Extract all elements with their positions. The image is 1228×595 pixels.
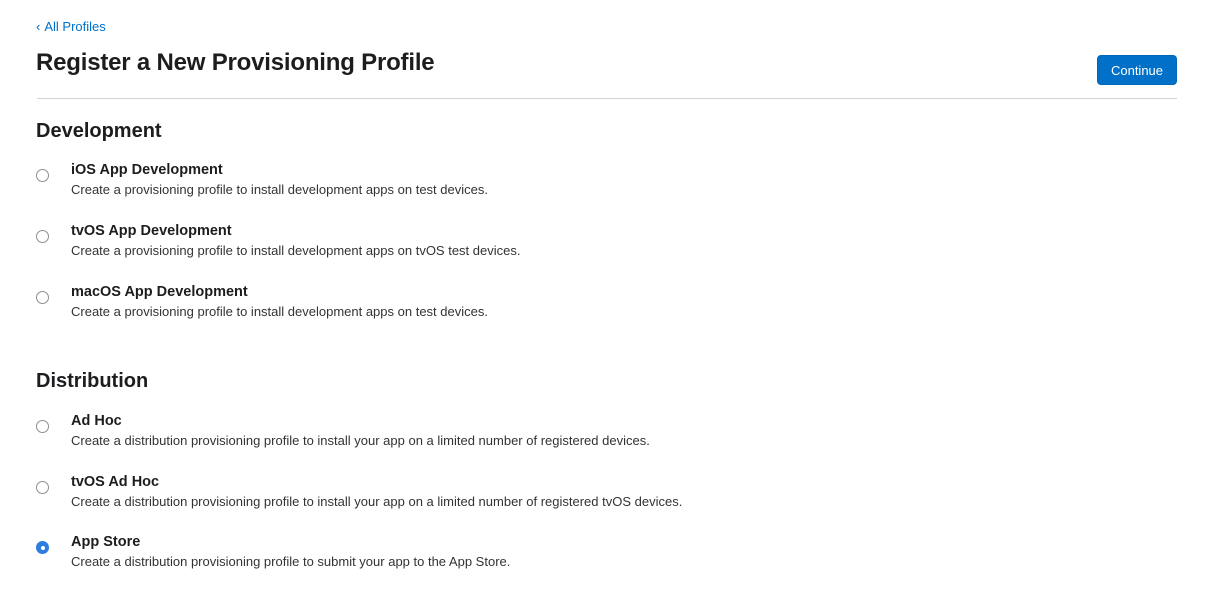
section-heading-distribution: Distribution — [36, 370, 149, 392]
option-description: Create a distribution provisioning profi… — [71, 433, 650, 448]
section-heading-development: Development — [36, 120, 162, 142]
option-description: Create a provisioning profile to install… — [71, 243, 521, 258]
continue-button[interactable]: Continue — [1097, 55, 1177, 85]
header-divider — [37, 98, 1177, 99]
option-title: Ad Hoc — [71, 413, 122, 429]
option-tvos-ad-hoc[interactable]: tvOS Ad Hoc Create a distribution provis… — [36, 474, 936, 525]
option-ad-hoc[interactable]: Ad Hoc Create a distribution provisionin… — [36, 413, 936, 464]
radio-ios-app-development[interactable] — [36, 169, 49, 182]
option-title: macOS App Development — [71, 284, 248, 300]
back-link-label: All Profiles — [44, 19, 106, 34]
radio-tvos-ad-hoc[interactable] — [36, 481, 49, 494]
option-title: iOS App Development — [71, 162, 223, 178]
option-title: tvOS Ad Hoc — [71, 474, 160, 490]
back-link-all-profiles[interactable]: ‹ All Profiles — [36, 19, 106, 34]
chevron-left-icon: ‹ — [36, 19, 41, 34]
option-macos-app-development[interactable]: macOS App Development Create a provision… — [36, 284, 936, 335]
option-tvos-app-development[interactable]: tvOS App Development Create a provisioni… — [36, 223, 936, 274]
radio-ad-hoc[interactable] — [36, 420, 49, 433]
option-title: tvOS App Development — [71, 223, 232, 239]
option-app-store[interactable]: App Store Create a distribution provisio… — [36, 534, 936, 585]
radio-macos-app-development[interactable] — [36, 291, 49, 304]
option-description: Create a provisioning profile to install… — [71, 304, 488, 319]
option-title: App Store — [71, 534, 141, 550]
option-description: Create a distribution provisioning profi… — [71, 494, 683, 509]
option-ios-app-development[interactable]: iOS App Development Create a provisionin… — [36, 162, 936, 213]
option-description: Create a distribution provisioning profi… — [71, 554, 511, 569]
option-description: Create a provisioning profile to install… — [71, 182, 488, 197]
page-title: Register a New Provisioning Profile — [36, 49, 435, 76]
radio-app-store[interactable] — [36, 541, 49, 554]
radio-tvos-app-development[interactable] — [36, 230, 49, 243]
